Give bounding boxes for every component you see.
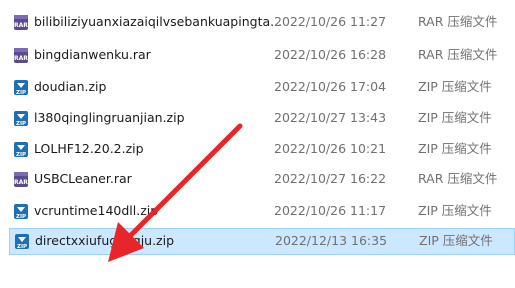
- file-type: RAR 压缩文件: [418, 47, 498, 62]
- file-row[interactable]: RAR bingdianwenku.rar 2022/10/26 16:28 R…: [0, 42, 515, 69]
- file-row[interactable]: ZIP vcruntime140dll.zip 2022/10/26 11:17…: [0, 198, 515, 225]
- file-modified-date: 2022/10/27 16:22: [274, 171, 387, 186]
- file-modified-date: 2022/10/26 11:17: [274, 203, 387, 218]
- file-type: RAR 压缩文件: [418, 171, 498, 186]
- file-row[interactable]: ZIP LOLHF12.20.2.zip 2022/10/26 10:21 ZI…: [0, 136, 515, 163]
- file-type: ZIP 压缩文件: [419, 233, 493, 248]
- file-row[interactable]: RAR bilibiliziyuanxiazaiqilvsebankuaping…: [0, 9, 515, 36]
- file-row-selected[interactable]: ZIP directxxiufugongju.zip 2022/12/13 16…: [9, 228, 515, 255]
- zip-archive-icon: ZIP: [13, 79, 29, 96]
- file-modified-date: 2022/12/13 16:35: [275, 233, 388, 248]
- rar-archive-icon: RAR: [13, 171, 29, 188]
- svg-text:ZIP: ZIP: [17, 244, 27, 250]
- file-modified-date: 2022/10/26 11:27: [274, 14, 387, 29]
- file-name: vcruntime140dll.zip: [34, 203, 159, 218]
- file-type: RAR 压缩文件: [418, 14, 498, 29]
- file-name: directxxiufugongju.zip: [35, 233, 175, 248]
- file-name: bilibiliziyuanxiazaiqilvsebankuapingta..…: [34, 14, 283, 29]
- svg-text:RAR: RAR: [14, 55, 28, 62]
- rar-archive-icon: RAR: [13, 47, 29, 64]
- file-type: ZIP 压缩文件: [418, 110, 492, 125]
- svg-text:RAR: RAR: [14, 179, 28, 186]
- file-name: bingdianwenku.rar: [34, 47, 151, 62]
- zip-archive-icon: ZIP: [13, 141, 29, 158]
- zip-archive-icon: ZIP: [13, 203, 29, 220]
- file-name: LOLHF12.20.2.zip: [34, 141, 144, 156]
- file-type: ZIP 压缩文件: [418, 141, 492, 156]
- file-row[interactable]: RAR USBCLeaner.rar 2022/10/27 16:22 RAR …: [0, 166, 515, 193]
- file-name: USBCLeaner.rar: [34, 171, 132, 186]
- file-explorer-window: RAR bilibiliziyuanxiazaiqilvsebankuaping…: [0, 0, 515, 288]
- file-type: ZIP 压缩文件: [418, 203, 492, 218]
- svg-text:ZIP: ZIP: [16, 121, 26, 127]
- rar-archive-icon: RAR: [13, 14, 29, 31]
- file-name: doudian.zip: [34, 79, 107, 94]
- file-modified-date: 2022/10/26 10:21: [274, 141, 387, 156]
- svg-text:ZIP: ZIP: [16, 90, 26, 96]
- file-row[interactable]: ZIP l380qinglingruanjian.zip 2022/10/27 …: [0, 105, 515, 132]
- file-modified-date: 2022/10/26 17:04: [274, 79, 387, 94]
- zip-archive-icon: ZIP: [13, 110, 29, 127]
- svg-text:ZIP: ZIP: [16, 152, 26, 158]
- file-modified-date: 2022/10/26 16:28: [274, 47, 387, 62]
- file-name: l380qinglingruanjian.zip: [34, 110, 185, 125]
- file-type: ZIP 压缩文件: [418, 79, 492, 94]
- file-row[interactable]: ZIP doudian.zip 2022/10/26 17:04 ZIP 压缩文…: [0, 74, 515, 101]
- zip-archive-icon: ZIP: [14, 233, 30, 250]
- file-modified-date: 2022/10/27 13:43: [274, 110, 387, 125]
- svg-text:ZIP: ZIP: [16, 214, 26, 220]
- svg-text:RAR: RAR: [14, 22, 28, 29]
- file-list: RAR bilibiliziyuanxiazaiqilvsebankuaping…: [0, 0, 515, 288]
